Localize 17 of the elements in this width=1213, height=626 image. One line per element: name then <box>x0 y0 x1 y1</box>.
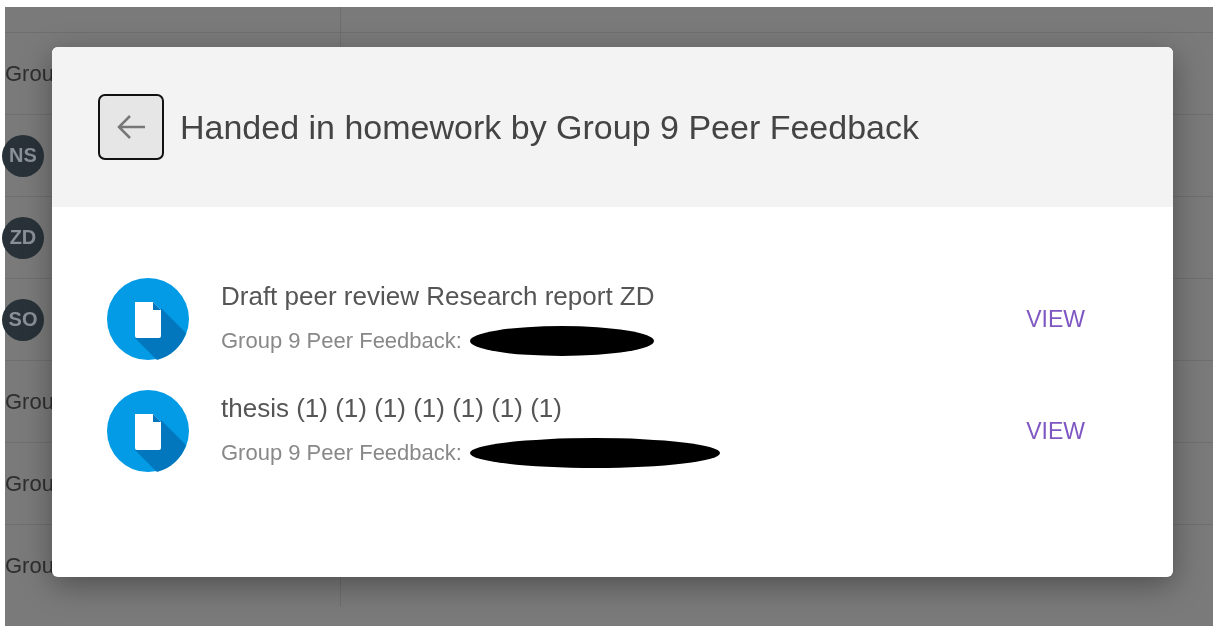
back-arrow-icon <box>115 113 147 141</box>
back-button[interactable] <box>98 94 164 160</box>
group-name: Grou <box>5 470 54 497</box>
group-name: Grou <box>5 388 54 415</box>
file-name: Draft peer review Research report ZD <box>221 280 656 312</box>
file-name: thesis (1) (1) (1) (1) (1) (1) (1) <box>221 392 563 424</box>
document-icon <box>107 390 189 472</box>
avatar: ZD <box>2 216 44 259</box>
avatar: NS <box>2 134 44 177</box>
view-link[interactable]: VIEW <box>1026 417 1085 445</box>
dialog-title: Handed in homework by Group 9 Peer Feedback <box>180 107 919 147</box>
file-owner: Group 9 Peer Feedback: <box>221 327 462 354</box>
group-name: Grou <box>5 60 54 87</box>
file-owner: Group 9 Peer Feedback: <box>221 439 462 466</box>
view-link[interactable]: VIEW <box>1026 305 1085 333</box>
avatar: SO <box>2 298 44 341</box>
document-icon <box>107 278 189 360</box>
